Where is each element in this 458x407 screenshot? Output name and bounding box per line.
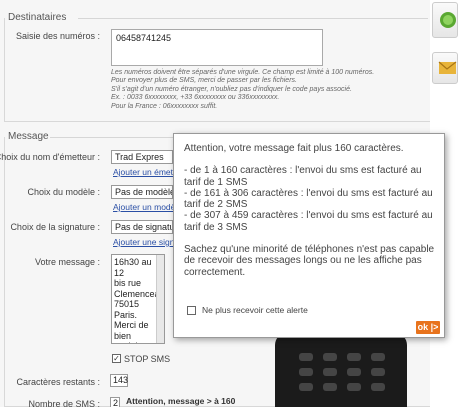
dont-show-again-checkbox[interactable] [187,306,196,315]
help-line: Pour la France : 06xxxxxxxx suffit. [111,102,218,110]
nb-sms-value: 2 [110,397,120,407]
sender-label: Choix du nom d'émetteur : [0,152,100,162]
message-textarea[interactable]: 16h30 au 12 bis rue Clemenceau, 75015 Pa… [111,254,165,344]
phone-key [323,368,337,376]
help-line: Les numéros doivent être séparés d'une v… [111,69,375,76]
add-sender-link[interactable]: Ajouter un émet [113,167,173,177]
phone-key [323,383,337,391]
alert-intro: Attention, votre message fait plus 160 c… [184,143,404,154]
alert-pricing-ranges: - de 1 à 160 caractères : l'envoi du sms… [184,165,433,233]
phone-key [347,368,361,376]
send-sms-side-button[interactable] [432,2,458,38]
sender-select[interactable]: Trad Expres [111,150,173,164]
ok-button[interactable]: ok |> [416,321,440,334]
help-line: S'il s'agit d'un numéro étranger, n'oubl… [111,85,352,93]
message-label: Votre message : [34,257,100,267]
envelope-icon [438,61,457,74]
phone-key [299,383,313,391]
signature-label: Choix de la signature : [10,222,100,232]
alert-body: Attention, votre message fait plus 160 c… [184,143,439,289]
help-line: Pour envoyer plus de SMS, merci de passe… [111,77,297,85]
phone-key [371,368,385,376]
help-line: Ex. : 0033 6xxxxxxxx, +33 6xxxxxxxx ou 3… [111,94,280,102]
phone-key [347,383,361,391]
model-select[interactable]: Pas de modèle [111,185,173,199]
nb-sms-label: Nombre de SMS : [28,399,100,407]
numbers-label: Saisie des numéros : [15,31,100,41]
phone-key [323,353,337,361]
phone-illustration [275,333,407,407]
phone-key [299,353,313,361]
add-signature-link[interactable]: Ajouter une signa [113,237,179,247]
stop-sms-checkbox[interactable]: ✓ [112,354,121,363]
add-model-link[interactable]: Ajouter un modè [113,202,175,212]
signature-select[interactable]: Pas de signatur [111,220,173,234]
save-side-button[interactable] [432,52,458,84]
dont-show-again-label: Ne plus recevoir cette alerte [202,305,308,315]
message-text: 16h30 au 12 bis rue Clemenceau, 75015 Pa… [114,257,165,343]
remaining-label: Caractères restants : [16,377,100,387]
model-label: Choix du modèle : [27,187,100,197]
phone-key [299,368,313,376]
stop-sms-label: STOP SMS [124,354,171,364]
phone-key [371,383,385,391]
long-message-warning: Attention, message > à 160 [126,396,236,406]
remaining-value: 143 [110,374,128,387]
alert-note: Sachez qu'une minorité de téléphones n'e… [184,244,435,278]
phone-key [371,353,385,361]
long-sms-alert-dialog: Attention, votre message fait plus 160 c… [173,133,445,338]
numbers-help: Les numéros doivent être séparés d'une v… [111,69,391,111]
send-icon [440,12,456,28]
message-scrollbar[interactable] [156,255,164,343]
numbers-textarea[interactable]: 06458741245 [111,29,323,66]
phone-key [347,353,361,361]
